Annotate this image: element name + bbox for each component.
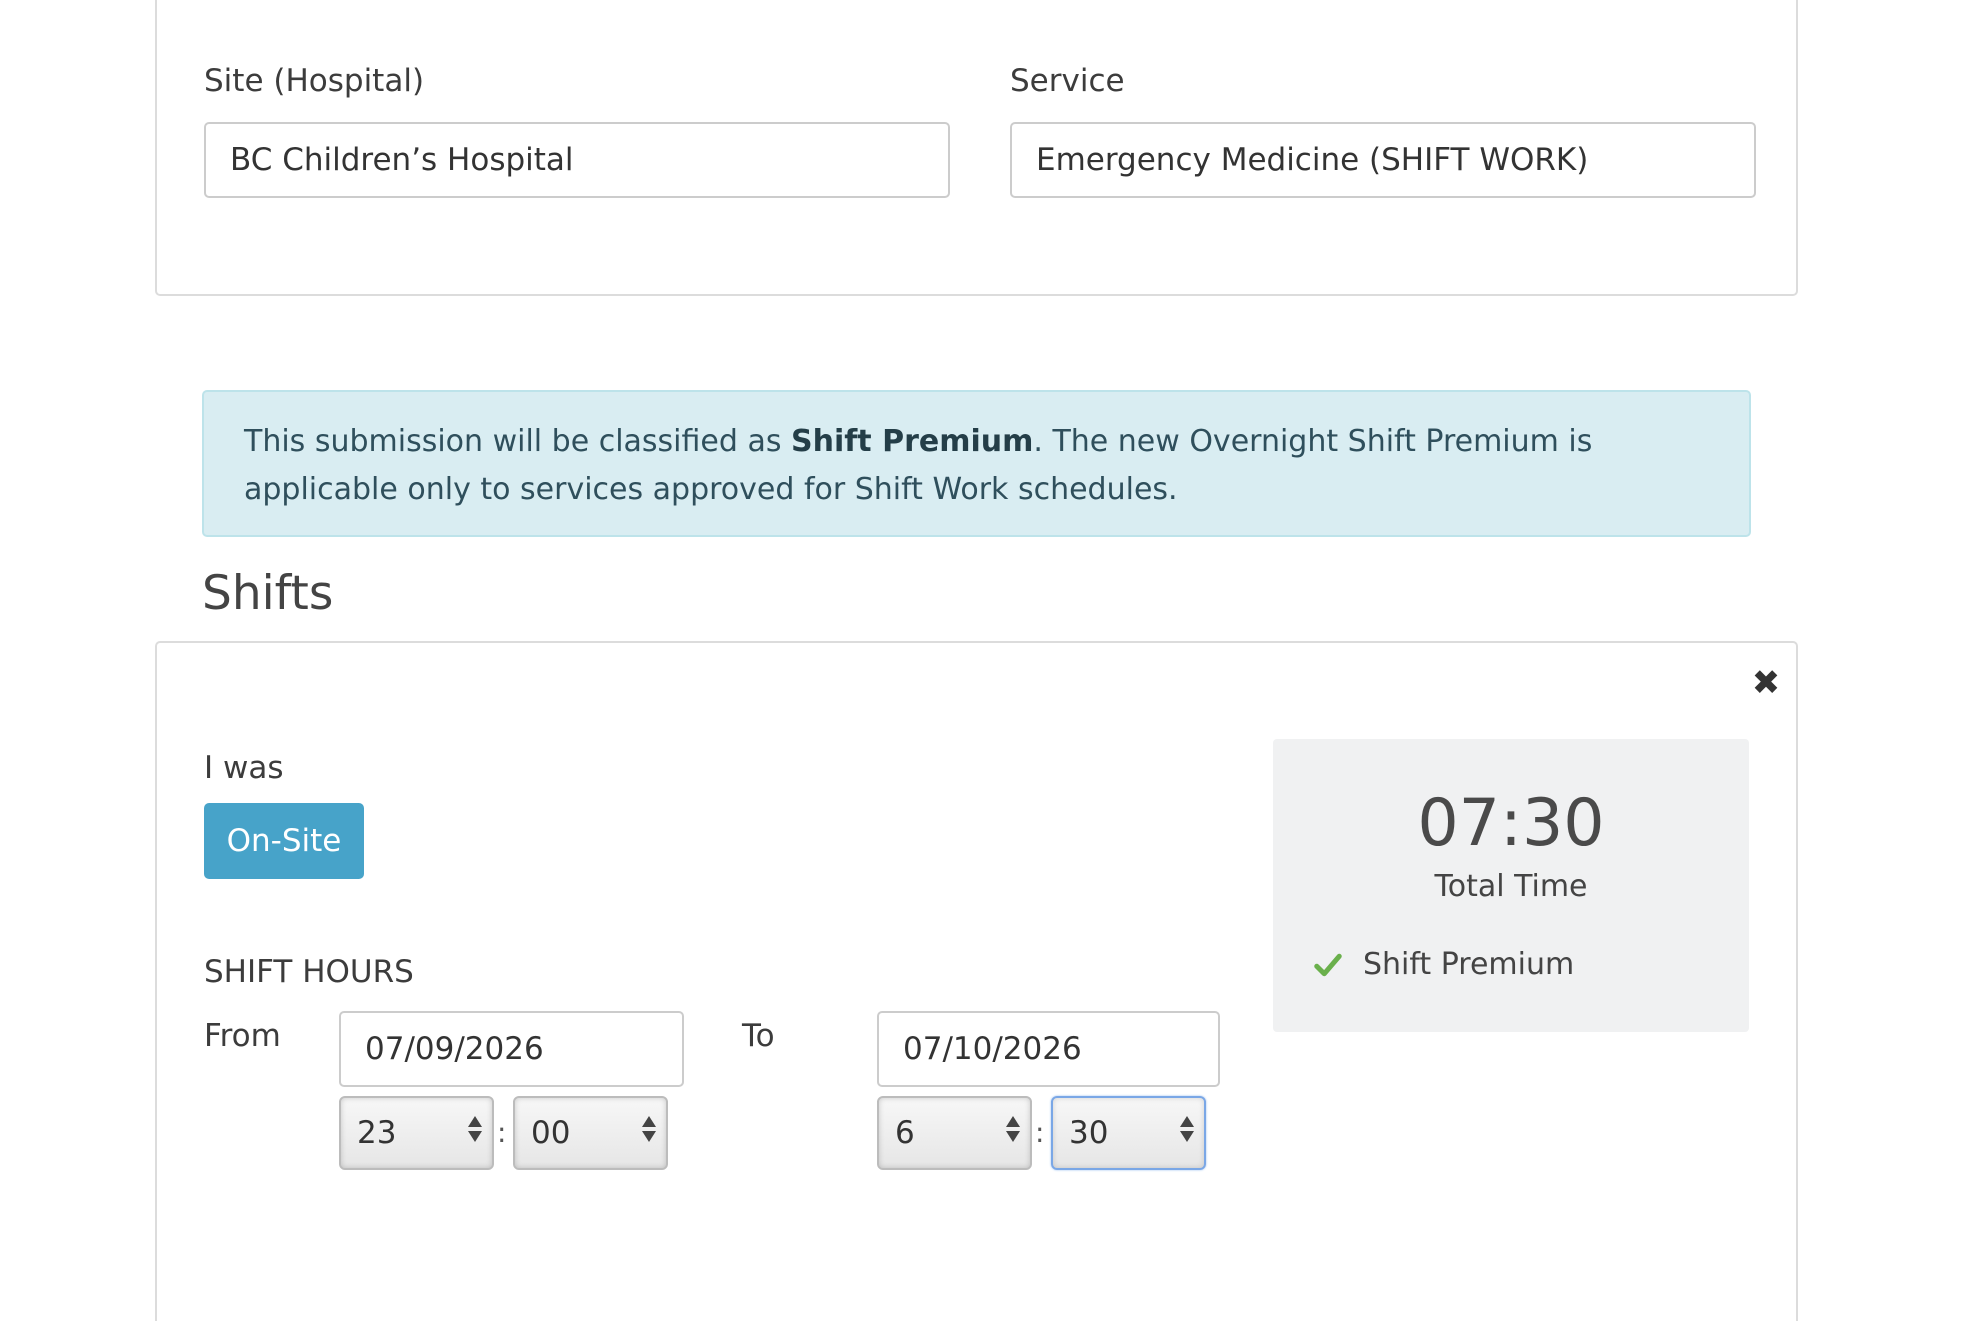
total-time-label: Total Time bbox=[1434, 869, 1588, 904]
service-input[interactable]: Emergency Medicine (SHIFT WORK) bbox=[1010, 122, 1756, 198]
spinner-arrows-icon bbox=[468, 1116, 482, 1142]
alert-text-before: This submission will be classified as bbox=[244, 424, 791, 459]
alert-text-bold: Shift Premium bbox=[791, 424, 1034, 459]
site-input[interactable]: BC Children’s Hospital bbox=[204, 122, 950, 198]
shift-premium-label: Shift Premium bbox=[1363, 947, 1575, 982]
from-time-separator: : bbox=[497, 1116, 507, 1149]
check-icon bbox=[1314, 953, 1342, 977]
i-was-label: I was bbox=[204, 750, 284, 786]
to-time-separator: : bbox=[1035, 1116, 1045, 1149]
on-site-button[interactable]: On-Site bbox=[204, 803, 364, 879]
total-time-value: 07:30 bbox=[1417, 786, 1605, 861]
service-label: Service bbox=[1010, 63, 1125, 99]
shift-summary-box: 07:30 Total Time Shift Premium bbox=[1273, 739, 1749, 1032]
site-label: Site (Hospital) bbox=[204, 63, 425, 99]
spinner-arrows-icon bbox=[1006, 1116, 1020, 1142]
spinner-arrows-icon bbox=[1180, 1116, 1194, 1142]
shift-premium-alert: This submission will be classified as Sh… bbox=[202, 390, 1751, 537]
from-minute-value: 00 bbox=[531, 1115, 571, 1151]
to-date-input[interactable]: 07/10/2026 bbox=[877, 1011, 1220, 1087]
shifts-title: Shifts bbox=[202, 566, 334, 621]
spinner-arrows-icon bbox=[642, 1116, 656, 1142]
to-hour-value: 6 bbox=[895, 1115, 915, 1151]
close-icon[interactable]: ✖ bbox=[1748, 663, 1784, 703]
from-date-input[interactable]: 07/09/2026 bbox=[339, 1011, 684, 1087]
from-hour-select[interactable]: 23 bbox=[339, 1096, 494, 1170]
to-minute-select[interactable]: 30 bbox=[1051, 1096, 1206, 1170]
from-hour-value: 23 bbox=[357, 1115, 397, 1151]
to-label: To bbox=[742, 1018, 775, 1054]
to-minute-value: 30 bbox=[1069, 1115, 1109, 1151]
shift-hours-label: SHIFT HOURS bbox=[204, 954, 414, 990]
from-label: From bbox=[204, 1018, 281, 1054]
to-hour-select[interactable]: 6 bbox=[877, 1096, 1032, 1170]
from-minute-select[interactable]: 00 bbox=[513, 1096, 668, 1170]
